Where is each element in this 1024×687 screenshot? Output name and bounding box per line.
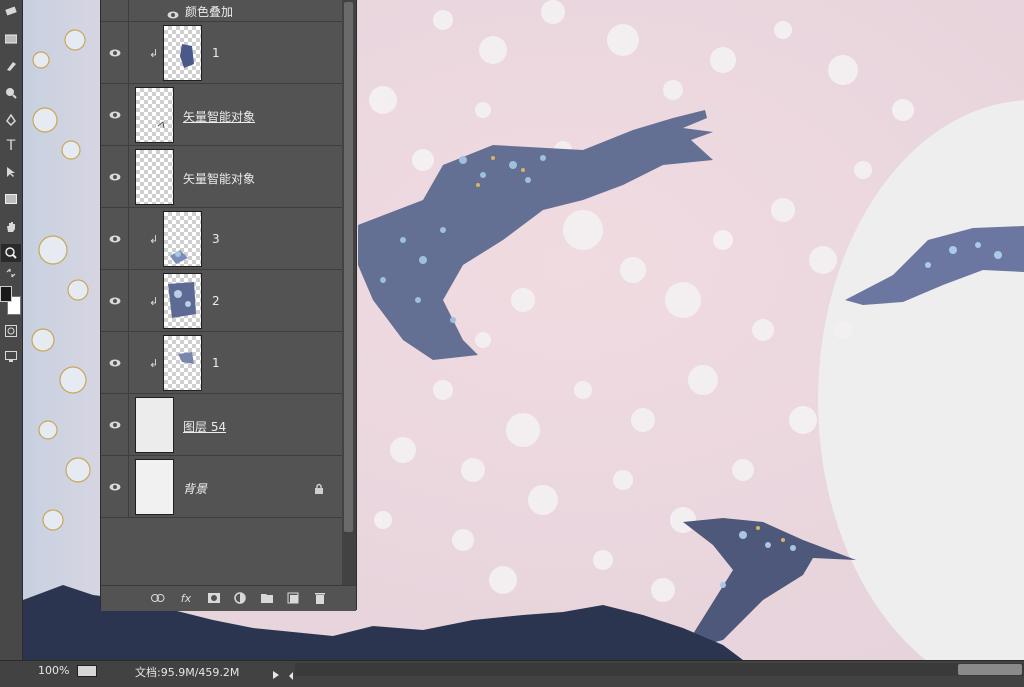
tools-panel: T	[0, 0, 23, 660]
layer-row[interactable]: 矢量智能对象	[101, 146, 342, 208]
eye-icon	[109, 297, 120, 304]
layer-name[interactable]: 矢量智能对象	[183, 170, 255, 187]
layer-thumbnail	[163, 273, 202, 329]
smudge-icon[interactable]	[1, 57, 21, 75]
eye-icon	[109, 359, 120, 366]
layer-row[interactable]: ↲ 1	[101, 22, 342, 84]
swap-colors-icon[interactable]	[1, 266, 21, 280]
layer-row[interactable]: 图层 54	[101, 394, 342, 456]
adjustment-icon[interactable]	[231, 590, 249, 606]
gradient-icon[interactable]	[1, 30, 21, 48]
visibility-toggle[interactable]	[101, 208, 129, 269]
clipping-mask-icon: ↲	[149, 295, 159, 308]
visibility-toggle[interactable]	[101, 394, 129, 455]
screen-mode-icon[interactable]	[1, 347, 21, 365]
layer-name[interactable]: 图层 54	[183, 418, 226, 435]
layer-thumbnail	[135, 149, 174, 205]
effect-label: 颜色叠加	[185, 5, 234, 19]
effect-row-color-overlay[interactable]: 颜色叠加	[101, 0, 342, 22]
status-menu-arrow-icon[interactable]	[272, 665, 280, 684]
eye-icon	[109, 173, 120, 180]
clipping-mask-icon: ↲	[149, 357, 159, 370]
zoom-preview-icon[interactable]	[77, 665, 97, 677]
horizontal-scrollbar[interactable]	[289, 663, 1024, 680]
visibility-toggle[interactable]	[101, 146, 129, 207]
visibility-toggle[interactable]	[101, 270, 129, 331]
fx-icon[interactable]: fx	[177, 590, 195, 606]
zoom-icon[interactable]	[1, 244, 21, 262]
eye-icon	[109, 483, 120, 490]
eye-cell	[101, 0, 129, 22]
scroll-left-arrow-icon[interactable]	[288, 665, 294, 684]
pen-icon[interactable]	[1, 111, 21, 129]
quick-mask-icon[interactable]	[1, 322, 21, 340]
visibility-toggle[interactable]	[101, 332, 129, 393]
layer-thumbnail	[135, 87, 174, 143]
folder-icon[interactable]	[258, 590, 276, 606]
dodge-icon[interactable]	[1, 84, 21, 102]
eye-icon	[109, 49, 120, 56]
new-layer-icon[interactable]	[284, 590, 302, 606]
lock-icon	[314, 480, 324, 499]
status-bar: 100% 文档:95.9M/459.2M	[0, 660, 1024, 687]
layers-list: 颜色叠加 ↲ 1 矢量智能对象 矢量智能对象 ↲ 3 ↲ 2 ↲ 1 图层 54…	[101, 0, 342, 585]
rectangle-icon[interactable]	[1, 190, 21, 208]
layer-thumbnail	[135, 397, 174, 453]
hand-icon[interactable]	[1, 218, 21, 236]
layer-row[interactable]: 矢量智能对象	[101, 84, 342, 146]
layer-row[interactable]: ↲ 1	[101, 332, 342, 394]
layer-name[interactable]: 背景	[183, 480, 207, 497]
type-icon[interactable]: T	[1, 137, 21, 155]
eye-icon	[109, 235, 120, 242]
path-select-icon[interactable]	[1, 163, 21, 181]
scrollbar-thumb[interactable]	[958, 664, 1022, 675]
layers-panel: 颜色叠加 ↲ 1 矢量智能对象 矢量智能对象 ↲ 3 ↲ 2 ↲ 1 图层 54…	[100, 0, 357, 611]
eye-icon	[109, 421, 120, 428]
layer-row[interactable]: ↲ 2	[101, 270, 342, 332]
layer-name[interactable]: 1	[212, 356, 220, 370]
layer-thumbnail	[135, 459, 174, 515]
link-icon[interactable]	[149, 590, 167, 606]
layer-row[interactable]: 背景	[101, 456, 342, 518]
document-size: 文档:95.9M/459.2M	[135, 666, 240, 679]
eraser-icon[interactable]	[1, 2, 21, 20]
eye-icon	[109, 111, 120, 118]
layer-row[interactable]: ↲ 3	[101, 208, 342, 270]
layers-footer: fx	[101, 585, 356, 611]
mask-icon[interactable]	[205, 590, 223, 606]
layer-thumbnail	[163, 25, 202, 81]
color-swatches[interactable]	[0, 284, 22, 316]
visibility-toggle[interactable]	[101, 22, 129, 83]
layer-name[interactable]: 3	[212, 232, 220, 246]
visibility-toggle[interactable]	[101, 84, 129, 145]
layer-thumbnail	[163, 335, 202, 391]
layers-scrollbar[interactable]	[342, 0, 356, 585]
layer-name[interactable]: 1	[212, 46, 220, 60]
layer-name[interactable]: 2	[212, 294, 220, 308]
layer-name[interactable]: 矢量智能对象	[183, 108, 255, 125]
visibility-toggle[interactable]	[101, 456, 129, 517]
foreground-color-swatch[interactable]	[0, 286, 12, 302]
zoom-level[interactable]: 100%	[38, 664, 69, 677]
trash-icon[interactable]	[311, 590, 329, 606]
scrollbar-thumb[interactable]	[344, 2, 353, 532]
layer-thumbnail	[163, 211, 202, 267]
clipping-mask-icon: ↲	[149, 233, 159, 246]
clipping-mask-icon: ↲	[149, 47, 159, 60]
